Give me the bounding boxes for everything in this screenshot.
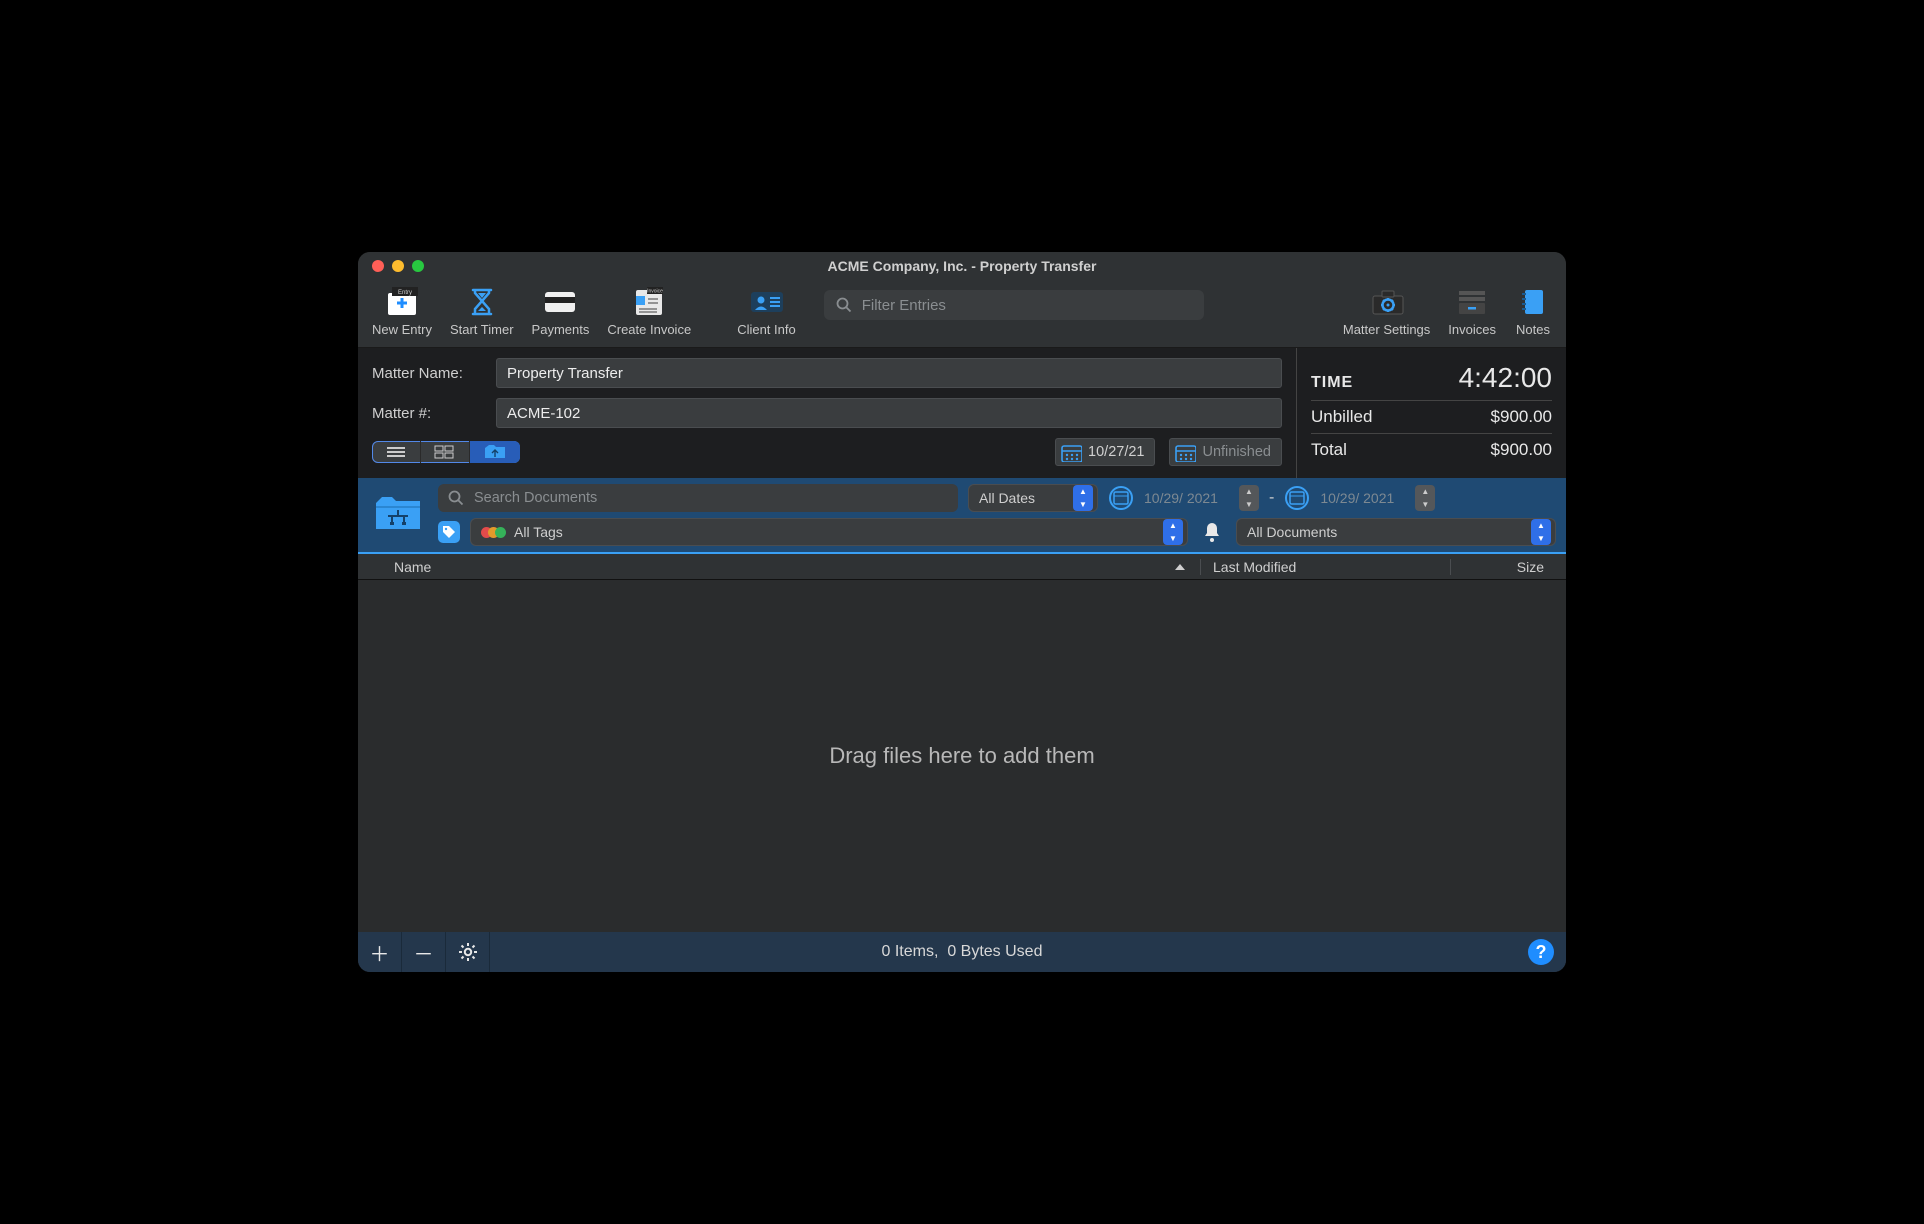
doc-type-value: All Documents — [1247, 524, 1523, 540]
titlebar: ACME Company, Inc. - Property Transfer — [358, 252, 1566, 280]
search-icon — [448, 490, 464, 506]
remove-button[interactable]: － — [402, 932, 446, 972]
create-invoice-button[interactable]: Invoice Create Invoice — [607, 286, 691, 337]
help-button[interactable]: ? — [1528, 939, 1554, 965]
tags-select[interactable]: All Tags ▲▼ — [470, 518, 1188, 546]
matter-date-value: 10/27/21 — [1088, 444, 1144, 460]
hourglass-icon — [463, 286, 501, 318]
statusbar-text: 0 Items, 0 Bytes Used — [358, 943, 1566, 961]
tool-label: Payments — [532, 322, 590, 337]
total-value: $900.00 — [1491, 440, 1552, 460]
matter-settings-button[interactable]: Matter Settings — [1343, 286, 1430, 337]
tags-value: All Tags — [514, 524, 1155, 540]
tool-label: Matter Settings — [1343, 322, 1430, 337]
card-icon — [541, 286, 579, 318]
view-selector — [372, 441, 520, 463]
filter-entries-input[interactable] — [860, 296, 1192, 315]
notebook-icon — [1514, 286, 1552, 318]
tag-filter-icon[interactable] — [438, 521, 460, 543]
summary-panel: TIME 4:42:00 Unbilled $900.00 Total $900… — [1296, 348, 1566, 478]
select-stepper-icon: ▲▼ — [1073, 485, 1093, 511]
matter-fields: Matter Name: Property Transfer Matter #:… — [358, 348, 1296, 478]
empty-state-text: Drag files here to add them — [829, 743, 1094, 769]
matter-name-field[interactable]: Property Transfer — [496, 358, 1282, 388]
total-label: Total — [1311, 440, 1347, 460]
matter-date-field[interactable]: 10/27/21 — [1055, 438, 1155, 466]
svg-text:Entry: Entry — [398, 290, 412, 296]
settings-button[interactable] — [446, 932, 490, 972]
new-entry-button[interactable]: Entry New Entry — [372, 286, 432, 337]
filter-entries-search[interactable] — [824, 290, 1204, 320]
time-value: 4:42:00 — [1459, 362, 1552, 394]
documents-filter-bar: All Dates ▲▼ 10/29/ 2021 ▲▼ - 10/29/ 202… — [358, 478, 1566, 554]
notes-button[interactable]: Notes — [1514, 286, 1552, 337]
tool-label: Start Timer — [450, 322, 514, 337]
calendar-to-icon[interactable] — [1284, 486, 1310, 510]
briefcase-gear-icon — [1368, 286, 1406, 318]
col-size[interactable]: Size — [1450, 559, 1550, 575]
select-stepper-icon: ▲▼ — [1163, 519, 1183, 545]
plus-icon: Entry — [383, 286, 421, 318]
matter-number-field[interactable]: ACME-102 — [496, 398, 1282, 428]
matter-unfinished-value: Unfinished — [1202, 444, 1271, 460]
col-last-modified[interactable]: Last Modified — [1200, 559, 1450, 575]
payments-button[interactable]: Payments — [532, 286, 590, 337]
svg-text:Invoice: Invoice — [647, 289, 663, 295]
date-mode-value: All Dates — [979, 490, 1065, 506]
columns-header: Name Last Modified Size — [358, 554, 1566, 580]
start-timer-button[interactable]: Start Timer — [450, 286, 514, 337]
gear-icon — [458, 942, 478, 962]
toolbar: Entry New Entry Start Timer Payments Inv… — [358, 280, 1566, 348]
calendar-from-icon[interactable] — [1108, 486, 1134, 510]
contact-icon — [747, 286, 785, 318]
date-from-stepper[interactable]: ▲▼ — [1239, 485, 1259, 511]
reminder-bell-button[interactable] — [1198, 520, 1226, 544]
matter-number-value: ACME-102 — [507, 405, 580, 422]
search-icon — [836, 297, 852, 313]
tool-label: Create Invoice — [607, 322, 691, 337]
documents-panel: All Dates ▲▼ 10/29/ 2021 ▲▼ - 10/29/ 202… — [358, 478, 1566, 972]
view-grid-button[interactable] — [421, 441, 470, 463]
add-button[interactable]: ＋ — [358, 932, 402, 972]
col-name[interactable]: Name — [374, 559, 1174, 575]
matter-area: Matter Name: Property Transfer Matter #:… — [358, 348, 1566, 478]
tool-label: Invoices — [1448, 322, 1496, 337]
documents-drop-area[interactable]: Drag files here to add them — [358, 580, 1566, 932]
view-list-button[interactable] — [372, 441, 421, 463]
doc-type-select[interactable]: All Documents ▲▼ — [1236, 518, 1556, 546]
tags-multi-icon — [481, 527, 506, 538]
window-title: ACME Company, Inc. - Property Transfer — [358, 258, 1566, 274]
documents-folder-icon[interactable] — [368, 484, 428, 540]
matter-name-value: Property Transfer — [507, 365, 623, 382]
view-documents-button[interactable] — [470, 441, 520, 463]
tool-label: Client Info — [737, 322, 796, 337]
client-info-button[interactable]: Client Info — [737, 286, 796, 337]
unbilled-value: $900.00 — [1491, 407, 1552, 427]
stack-icon — [1453, 286, 1491, 318]
date-to-stepper[interactable]: ▲▼ — [1415, 485, 1435, 511]
sort-indicator-icon[interactable] — [1174, 562, 1200, 572]
matter-unfinished-field[interactable]: Unfinished — [1169, 438, 1282, 466]
date-from[interactable]: 10/29/ 2021 — [1144, 484, 1229, 512]
matter-number-label: Matter #: — [372, 405, 482, 422]
statusbar: ＋ － 0 Items, 0 Bytes Used ? — [358, 932, 1566, 972]
app-window: ACME Company, Inc. - Property Transfer E… — [358, 252, 1566, 972]
time-label: TIME — [1311, 374, 1353, 392]
calendar-icon — [1174, 442, 1196, 462]
select-stepper-icon: ▲▼ — [1531, 519, 1551, 545]
search-documents[interactable] — [438, 484, 958, 512]
date-to[interactable]: 10/29/ 2021 — [1320, 484, 1405, 512]
invoices-button[interactable]: Invoices — [1448, 286, 1496, 337]
calendar-icon — [1060, 442, 1082, 462]
matter-name-label: Matter Name: — [372, 365, 482, 382]
tool-label: Notes — [1516, 322, 1550, 337]
tool-label: New Entry — [372, 322, 432, 337]
date-mode-select[interactable]: All Dates ▲▼ — [968, 484, 1098, 512]
date-range-dash: - — [1269, 489, 1274, 507]
unbilled-label: Unbilled — [1311, 407, 1372, 427]
invoice-icon: Invoice — [630, 286, 668, 318]
search-documents-input[interactable] — [472, 489, 948, 507]
